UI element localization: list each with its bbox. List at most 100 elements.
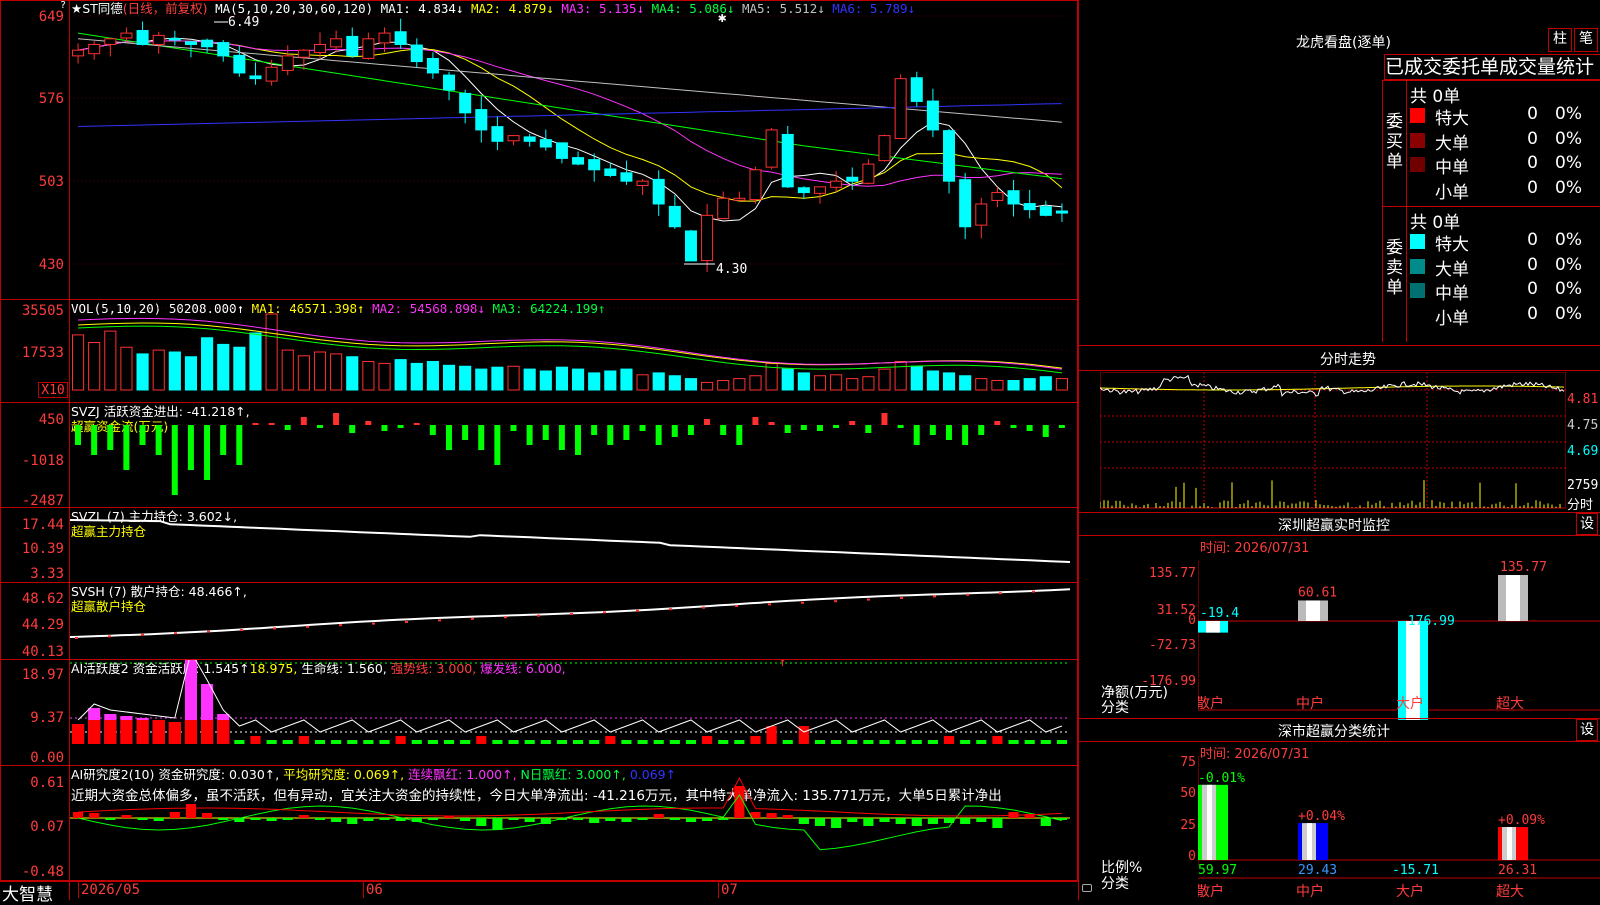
candle-body [120, 32, 133, 39]
fund-flow-bar [881, 413, 888, 425]
order-percent: 0% [1555, 254, 1582, 275]
candlestick-chart[interactable]: ✱ [70, 0, 1077, 299]
research-bar [798, 818, 809, 824]
tick-view-button[interactable]: 笔 [1574, 28, 1598, 52]
order-row: 小单 0 0% [1410, 178, 1600, 203]
volume-bar [491, 366, 504, 391]
order-row: 特大 0 0% [1410, 104, 1600, 129]
retail-holding-dot [174, 632, 177, 635]
candle-body [265, 66, 278, 82]
retail-holding-chart[interactable] [70, 583, 1077, 659]
research-bar [863, 818, 874, 826]
sz-monitor-settings-button[interactable]: 设 [1576, 513, 1598, 535]
fund-flow-bar [607, 425, 614, 445]
ai-research-chart[interactable] [70, 766, 1077, 880]
volume-bar [1007, 380, 1020, 391]
volume-bar [136, 353, 149, 391]
sz-axis-sub: 分类 [1101, 700, 1129, 716]
volume-bar [442, 364, 456, 391]
ai-activity-chart[interactable]: ↑ [70, 660, 1077, 765]
research-bar [282, 818, 293, 820]
retail-holding-dot [966, 593, 969, 596]
ratio-change-label: -0.01% [1198, 771, 1245, 786]
activity-small-bar [1024, 740, 1035, 744]
ratio-bar-shine [1207, 784, 1212, 860]
sz-class-settings-button[interactable]: 设 [1576, 719, 1598, 741]
fund-flow-bar [187, 425, 194, 470]
volume-bar [636, 374, 649, 391]
fund-flow-bar [542, 425, 549, 440]
fund-flow-bar [833, 425, 840, 428]
fund-flow-chart[interactable] [70, 403, 1077, 507]
research-bar [911, 818, 922, 826]
candle-body [410, 44, 423, 63]
activity-small-bar [927, 740, 938, 744]
volume-bar [781, 368, 794, 391]
szc-category-label: 中户 [1296, 883, 1324, 900]
research-bar [169, 812, 180, 818]
brand-label: 大智慧 [2, 885, 53, 905]
activity-small-bar [879, 740, 890, 744]
research-bar [379, 818, 390, 820]
activity-small-bar [314, 740, 326, 744]
fund-flow-bar [445, 425, 452, 450]
activity-arrow-icon: ↑ [779, 660, 786, 669]
candle-body [426, 57, 439, 74]
intraday-vol-max: 2759 [1567, 478, 1599, 493]
fund-flow-bar [236, 425, 243, 465]
fund-flow-bar [381, 425, 388, 431]
candle-body [201, 39, 214, 48]
ma-line-ma1 [78, 37, 1062, 222]
candle-body [459, 92, 472, 114]
candle-body [233, 54, 246, 74]
volume-bar [184, 356, 198, 391]
high-price-label: 6.49 [228, 15, 260, 30]
candle-body [814, 186, 826, 194]
order-type-label: 小单 [1435, 182, 1469, 203]
bar-view-button[interactable]: 柱 [1548, 28, 1572, 52]
activity-red-bar [168, 722, 181, 744]
research-bar [476, 818, 487, 826]
fund-flow-bar [1058, 425, 1065, 428]
volume-bar [620, 368, 633, 391]
activity-small-bar [911, 740, 922, 744]
volume-bar [233, 346, 246, 391]
order-color-swatch [1410, 157, 1425, 172]
star-marker: ✱ [718, 10, 727, 26]
volume-bar [862, 376, 875, 391]
activity-small-bar [379, 740, 390, 744]
sz-net-amount-chart[interactable]: -19.4 60.61 -176.99 135.77 散户 中户 大户 超大 [1198, 560, 1600, 720]
sz-y-4: -72.73 [1149, 638, 1196, 653]
vol-unit-badge: X10 [38, 382, 68, 398]
retail-holding-dot [207, 630, 210, 633]
fund-flow-bar [171, 425, 178, 495]
fund-flow-bar [704, 419, 711, 425]
activity-small-bar [540, 740, 551, 744]
candle-body [249, 75, 262, 80]
research-bar [524, 818, 535, 822]
dragon-tabs[interactable]: 已成交委托单成交量统计 [1384, 54, 1600, 80]
fund-flow-bar [945, 425, 952, 440]
main-holding-chart[interactable] [70, 508, 1077, 582]
retail-holding-dot [801, 601, 804, 604]
candle-body [1007, 190, 1020, 205]
candle-body [539, 139, 552, 148]
volume-chart[interactable] [70, 300, 1077, 402]
volume-bar [959, 375, 972, 391]
activity-small-bar [1008, 740, 1019, 744]
volume-bar [346, 356, 359, 391]
ma-line-ma3 [78, 40, 1062, 187]
intraday-chart[interactable] [1100, 372, 1566, 510]
activity-small-bar [621, 740, 632, 744]
retail-holding-dot [867, 598, 870, 601]
order-row: 大单 0 0% [1410, 254, 1600, 280]
candle-body [943, 130, 956, 182]
activity-small-bar [685, 740, 697, 744]
candle-body [765, 129, 778, 168]
activity-small-bar [750, 736, 761, 744]
sz-class-ratio-chart[interactable]: -0.01% 59.97 +0.04% 29.43 -15.71 +0.09% 26.31 散… [1198, 756, 1600, 900]
research-bar [814, 818, 826, 826]
sz-bar-3 [1498, 575, 1528, 621]
svzj-ytick-1: 450 [38, 412, 64, 428]
research-bar [605, 818, 616, 821]
